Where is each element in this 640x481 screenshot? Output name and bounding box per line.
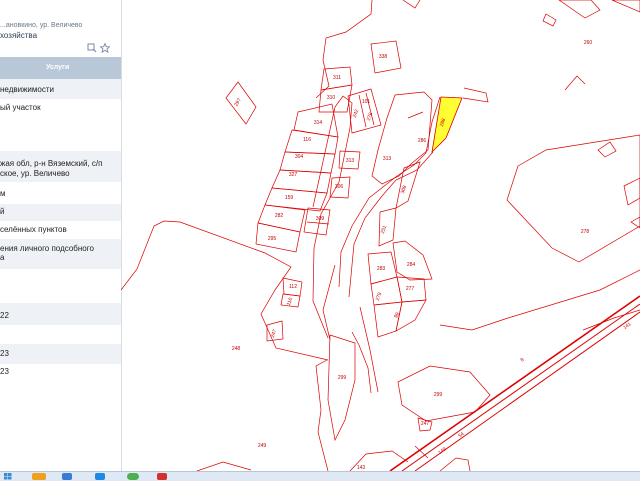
parcel-label: 247 bbox=[421, 421, 430, 427]
highway bbox=[389, 295, 640, 471]
parcel-label: 242 bbox=[352, 109, 361, 119]
parcel-label: 295 bbox=[268, 236, 277, 242]
parcel-labels: 338 260 311 310 101 242 276 297 314 286 … bbox=[232, 40, 633, 471]
parcel-label: 277 bbox=[406, 286, 415, 292]
parcel-label: 314 bbox=[314, 120, 323, 126]
parcel-label: 283 bbox=[377, 266, 386, 272]
info-row: недвижимости bbox=[0, 79, 121, 99]
parcel-label: 282 bbox=[275, 213, 284, 219]
parcel-label: 159 bbox=[285, 195, 294, 201]
parcel-label: 286 bbox=[418, 138, 427, 144]
parcel-label: 304 bbox=[295, 154, 304, 160]
parcel-label: 247 bbox=[270, 329, 279, 339]
parcel-label: 251 bbox=[380, 225, 389, 235]
cadastral-map[interactable]: 338 260 311 310 101 242 276 297 314 286 … bbox=[121, 0, 640, 471]
parcel-label: 309 bbox=[316, 216, 325, 222]
parcel-label: 299 bbox=[434, 392, 443, 398]
parcel-label: 54 bbox=[457, 431, 465, 439]
parcel-label: 149 bbox=[437, 446, 447, 456]
info-row: ый участок bbox=[0, 103, 41, 112]
parcel-label: 278 bbox=[581, 229, 590, 235]
parcel-label: 313 bbox=[383, 156, 392, 162]
info-row bbox=[0, 269, 121, 303]
address-line: ...ановкино, ур. Величево bbox=[0, 22, 83, 29]
services-tab[interactable]: Услуги bbox=[0, 57, 121, 79]
windows-start-icon[interactable] bbox=[4, 473, 12, 480]
info-row: жая обл, р-н Вяземский, с/п ское, ур. Ве… bbox=[0, 151, 121, 182]
info-row: ения личного подсобного а bbox=[0, 239, 121, 269]
parcel-label: 260 bbox=[584, 40, 593, 46]
info-row bbox=[0, 325, 121, 344]
app-icon-3[interactable] bbox=[95, 473, 105, 480]
parcel-label: 249 bbox=[258, 443, 267, 449]
selected-parcel[interactable] bbox=[431, 96, 463, 154]
info-row: 22 bbox=[0, 303, 121, 325]
parcel-label: 116 bbox=[303, 137, 311, 143]
app-icon-4[interactable] bbox=[127, 473, 139, 480]
parcel-label: 279 bbox=[375, 292, 384, 302]
parcel-label: 284 bbox=[407, 262, 416, 268]
info-row: 23 bbox=[0, 344, 121, 364]
parcel-label: 310 bbox=[327, 95, 336, 101]
parcel-label: 327 bbox=[289, 172, 298, 178]
favorite-star-icon[interactable] bbox=[100, 43, 110, 53]
info-row: й bbox=[0, 204, 121, 221]
parcel-label: 338 bbox=[379, 54, 388, 60]
parcel-label: 313 bbox=[346, 158, 355, 164]
info-panel: ...ановкино, ур. Величево хозяйства Услу… bbox=[0, 0, 122, 471]
info-row: 23 bbox=[0, 367, 9, 376]
parcel-label: 308 bbox=[400, 185, 409, 195]
zoom-to-icon[interactable] bbox=[87, 43, 97, 53]
parcel-label: 141 bbox=[622, 321, 632, 331]
app-icon-1[interactable] bbox=[32, 473, 46, 480]
parcel-boundaries bbox=[121, 0, 640, 471]
info-row: м bbox=[0, 189, 6, 198]
app-icon-5[interactable] bbox=[157, 473, 167, 480]
app-icon-2[interactable] bbox=[62, 473, 72, 480]
parcel-label: 311 bbox=[333, 75, 341, 81]
parcel-label: 112 bbox=[289, 284, 297, 290]
parcel-label: 297 bbox=[233, 97, 242, 107]
parcel-label: 248 bbox=[232, 346, 241, 352]
panel-title: хозяйства bbox=[0, 31, 38, 40]
parcel-label: 299 bbox=[338, 375, 347, 381]
parcel-label: 8 bbox=[520, 357, 526, 364]
parcel-label: 306 bbox=[335, 184, 344, 190]
parcel-label: 101 bbox=[362, 99, 371, 105]
services-tab-label: Услуги bbox=[46, 64, 70, 71]
parcel-label: 110 bbox=[286, 297, 294, 307]
info-row: селённых пунктов bbox=[0, 225, 67, 234]
